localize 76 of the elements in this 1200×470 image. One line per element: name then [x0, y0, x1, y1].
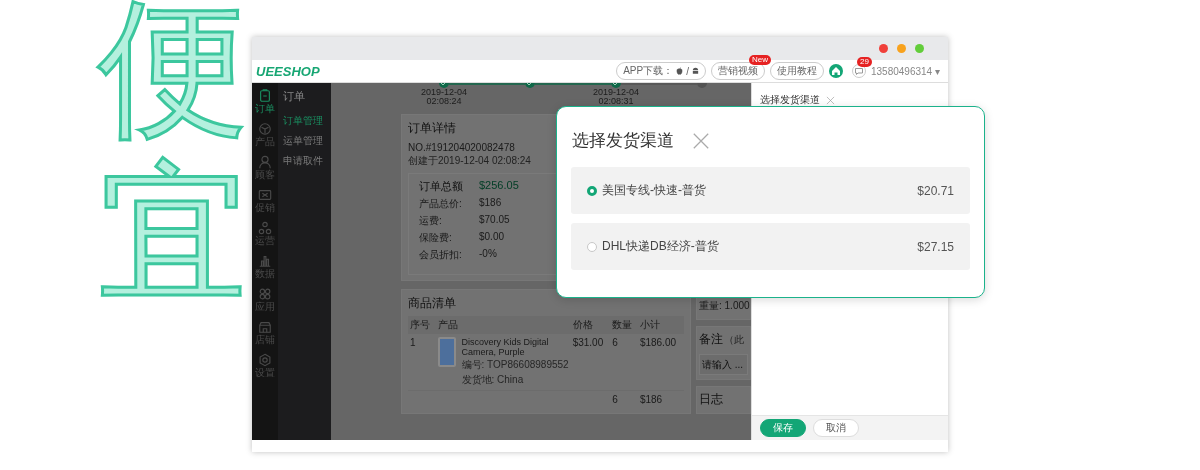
bar-chart-icon	[258, 254, 272, 268]
shipping-option[interactable]: 美国专线-快速-普货 $20.71	[571, 167, 970, 214]
app-download-button[interactable]: APP下载： /	[616, 62, 706, 80]
clipboard-icon	[258, 89, 272, 103]
column-header: 价格	[570, 316, 611, 334]
logo[interactable]: UEESHOP	[256, 63, 320, 79]
note-hint: （此	[724, 333, 744, 347]
circles-icon	[258, 221, 272, 235]
dialog-title: 选择发货渠道	[572, 130, 674, 152]
radio-button[interactable]	[587, 241, 597, 252]
table-cell: $186.00	[637, 334, 684, 391]
step-date: 2019-12-04	[592, 88, 639, 97]
settings-icon	[258, 353, 272, 367]
product-image-placeholder	[437, 337, 456, 367]
product-name[interactable]: Discovery Kids Digital Camera, Purple	[461, 337, 569, 357]
step-time: 02:08:31	[598, 97, 634, 106]
step-date: 2019-12-04	[420, 88, 467, 97]
table-cell: 6	[610, 390, 638, 408]
android-icon	[692, 67, 699, 75]
drawer-title: 选择发货渠道	[760, 93, 820, 107]
person-icon	[258, 155, 272, 169]
card-title: 日志	[699, 391, 723, 408]
summary-value: $0.00	[479, 231, 505, 244]
store-icon	[258, 320, 272, 334]
total-label: 订单总额	[419, 179, 463, 194]
summary-value: $70.05	[479, 214, 510, 227]
account-menu[interactable]: 13580496314 ▾	[871, 65, 940, 77]
nav-rail-item[interactable]: 订单	[255, 89, 275, 114]
weight-text: 重量: 1.000	[699, 299, 750, 313]
summary-label: 产品总价:	[419, 197, 462, 211]
submenu-item[interactable]: 运单管理	[283, 134, 331, 148]
apps-grid-icon	[258, 287, 272, 301]
maximize-dot-icon[interactable]	[915, 44, 924, 53]
close-dot-icon[interactable]	[879, 44, 888, 53]
submenu-item[interactable]: 申请取件	[283, 154, 331, 168]
total-value: $256.05	[479, 179, 519, 193]
message-count-badge: 29	[857, 57, 872, 67]
summary-label: 运费:	[419, 214, 442, 228]
note-field[interactable]: 请输入 ...	[699, 354, 748, 375]
header-button[interactable]: 营销视频	[711, 62, 765, 80]
summary-value: $186	[479, 197, 502, 210]
summary-value: -0%	[479, 248, 497, 261]
product-origin: 发货地: China	[461, 373, 525, 387]
table-cell: 6	[610, 334, 638, 391]
summary-label: 保险费:	[419, 231, 452, 245]
home-icon[interactable]	[829, 64, 843, 78]
table-cell: $186	[637, 390, 684, 408]
cancel-button[interactable]: 取消	[813, 419, 859, 437]
submenu-title: 订单	[283, 89, 306, 104]
created-time: 创建于2019-12-04 02:08:24	[408, 154, 531, 168]
close-icon[interactable]	[826, 95, 835, 105]
column-header: 小计	[637, 316, 684, 334]
column-header: 序号	[408, 316, 436, 334]
submenu-item[interactable]: 订单管理	[283, 114, 331, 128]
save-button[interactable]: 保存	[760, 419, 806, 437]
new-badge: New	[749, 55, 771, 65]
ticket-icon	[258, 188, 272, 202]
table-cell: 1	[408, 334, 436, 391]
close-icon[interactable]	[692, 131, 710, 150]
header-button[interactable]: 使用教程	[770, 62, 824, 80]
apple-icon	[676, 67, 684, 75]
column-header: 产品	[435, 316, 571, 334]
product-sku: 编号: TOP86608989552	[461, 358, 569, 372]
minimize-dot-icon[interactable]	[897, 44, 906, 53]
card-title: 订单详情	[408, 120, 456, 137]
step-time: 02:08:24	[426, 97, 462, 106]
radio-button[interactable]	[587, 185, 597, 196]
table-cell: $31.00	[570, 334, 611, 391]
card-title: 商品清单	[408, 295, 456, 312]
shipping-option[interactable]: DHL快递DB经济-普货 $27.15	[571, 223, 970, 270]
card-title: 备注	[699, 331, 723, 348]
summary-label: 会员折扣:	[419, 248, 462, 262]
order-number: NO.#191204020082478	[408, 142, 515, 153]
hero-title: 便宜	[98, 0, 248, 316]
column-header: 数量	[610, 316, 638, 334]
cube-icon	[258, 122, 272, 136]
